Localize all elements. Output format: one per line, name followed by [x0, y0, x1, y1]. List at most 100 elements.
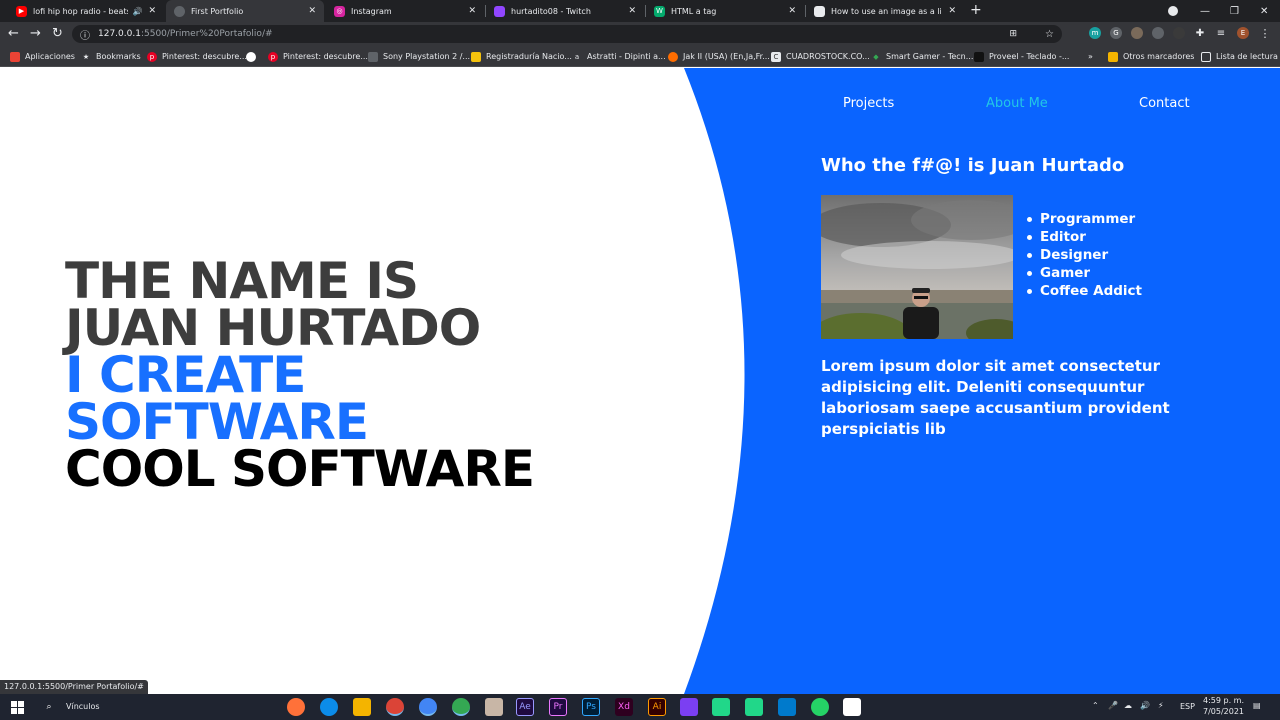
- edge-icon[interactable]: [320, 698, 338, 716]
- intellij-icon[interactable]: [680, 698, 698, 716]
- bookmark-jak[interactable]: Jak II (USA) (En,Ja,Fr...: [668, 46, 770, 67]
- clion-icon[interactable]: [712, 698, 730, 716]
- nav-about-link[interactable]: About Me: [986, 96, 1048, 111]
- bookmark-cuadrostock[interactable]: C CUADROSTOCK.CO...: [771, 46, 870, 67]
- instagram-icon: ◎: [334, 5, 345, 17]
- photoshop-icon[interactable]: Ps: [582, 698, 600, 716]
- pinterest-icon: p: [147, 51, 157, 62]
- minimize-button[interactable]: —: [1200, 0, 1210, 22]
- search-icon[interactable]: ⌕: [40, 698, 58, 716]
- bookmark-label: Smart Gamer - Tecn...: [886, 52, 974, 61]
- whatsapp-icon[interactable]: [811, 698, 829, 716]
- notepad-icon[interactable]: [843, 698, 861, 716]
- bookmark-github[interactable]: [246, 46, 261, 67]
- tab-title: lofi hip hop radio - beats to r: [33, 6, 128, 16]
- file-explorer-icon[interactable]: [353, 698, 371, 716]
- clock-time[interactable]: 4:59 p. m.: [1203, 696, 1244, 705]
- tab-first-portfolio[interactable]: First Portfolio ✕: [166, 0, 324, 22]
- reload-icon[interactable]: ↻: [52, 26, 63, 42]
- skill-item: Editor: [1027, 228, 1142, 246]
- illustrator-icon[interactable]: Ai: [648, 698, 666, 716]
- bookmark-proveel[interactable]: Proveel - Teclado -...: [974, 46, 1069, 67]
- nav-projects-link[interactable]: Projects: [843, 96, 894, 111]
- media-control-icon[interactable]: ≡: [1215, 27, 1227, 39]
- volume-icon[interactable]: 🔊: [1140, 701, 1150, 710]
- chrome-alt-icon[interactable]: [452, 698, 470, 716]
- clock-date[interactable]: 7/05/2021: [1203, 707, 1244, 716]
- close-icon[interactable]: ✕: [628, 6, 636, 16]
- forward-arrow-icon[interactable]: →: [30, 26, 41, 42]
- bookmark-pinterest-2[interactable]: p Pinterest: descubre...: [268, 46, 368, 67]
- extension-m-icon[interactable]: m: [1089, 27, 1101, 39]
- chrome-profile-icon[interactable]: [419, 698, 437, 716]
- paint-icon[interactable]: [485, 698, 503, 716]
- profile-photo: [821, 195, 1013, 339]
- bookmark-smartgamer[interactable]: ◆ Smart Gamer - Tecn...: [871, 46, 973, 67]
- tab-image-link[interactable]: How to use an image as a link in ✕: [806, 0, 964, 22]
- close-icon[interactable]: ✕: [148, 6, 156, 16]
- xd-icon[interactable]: Xd: [615, 698, 633, 716]
- restore-button[interactable]: ❐: [1230, 0, 1239, 22]
- bookmark-astratti[interactable]: a Astratti - Dipinti a...: [572, 46, 666, 67]
- address-bar[interactable]: ⓘ 127.0.0.1:5500/Primer%20Portafolio/# ⊞…: [72, 25, 1062, 43]
- extension-g-icon[interactable]: G: [1110, 27, 1122, 39]
- back-arrow-icon[interactable]: ←: [8, 26, 19, 42]
- jak-icon: [668, 51, 678, 62]
- tab-lofi[interactable]: ▶ lofi hip hop radio - beats to r 🔊 ✕: [8, 0, 164, 22]
- bookmark-bookmarks[interactable]: ★ Bookmarks: [81, 46, 141, 67]
- tray-chevron-up-icon[interactable]: ⌃: [1092, 701, 1099, 710]
- speaker-icon[interactable]: 🔊: [132, 7, 142, 16]
- puzzle-extensions-icon[interactable]: ✚: [1194, 27, 1206, 39]
- skill-item: Gamer: [1027, 264, 1142, 282]
- registraduria-icon: [471, 51, 481, 62]
- bookmark-pinterest-1[interactable]: p Pinterest: descubre...: [147, 46, 247, 67]
- extension-dark-icon[interactable]: [1173, 27, 1185, 39]
- close-icon[interactable]: ✕: [788, 6, 796, 16]
- network-icon[interactable]: ⚡: [1158, 701, 1164, 710]
- youtube-icon: ▶: [16, 5, 27, 17]
- notification-icon[interactable]: ▤: [1253, 701, 1261, 710]
- tab-html-a-tag[interactable]: W HTML a tag ✕: [646, 0, 804, 22]
- reading-list-button[interactable]: Lista de lectura: [1201, 46, 1278, 67]
- close-icon[interactable]: ✕: [948, 6, 956, 16]
- chrome-icon[interactable]: [386, 698, 404, 716]
- other-bookmarks-folder[interactable]: Otros marcadores: [1108, 46, 1194, 67]
- about-description: Lorem ipsum dolor sit amet consectetur a…: [821, 357, 1170, 438]
- folder-label: Otros marcadores: [1123, 52, 1195, 61]
- firefox-icon[interactable]: [287, 698, 305, 716]
- close-icon[interactable]: ✕: [468, 6, 476, 16]
- close-icon[interactable]: ✕: [308, 6, 316, 16]
- microphone-icon[interactable]: 🎤: [1108, 701, 1118, 710]
- skills-list: Programmer Editor Designer Gamer Coffee …: [1027, 210, 1142, 300]
- new-tab-button[interactable]: +: [970, 2, 982, 18]
- chevron-down-icon: [1168, 6, 1178, 16]
- pycharm-icon[interactable]: [745, 698, 763, 716]
- bookmark-star-icon[interactable]: ☆: [1045, 29, 1054, 40]
- bookmarks-overflow-button[interactable]: »: [1088, 46, 1093, 67]
- after-effects-icon[interactable]: Ae: [516, 698, 534, 716]
- language-indicator[interactable]: ESP: [1180, 702, 1195, 711]
- translate-icon[interactable]: ⊞: [1009, 29, 1017, 39]
- premiere-icon[interactable]: Pr: [549, 698, 567, 716]
- bookmark-ps2[interactable]: Sony Playstation 2 /...: [368, 46, 470, 67]
- extension-cat-icon[interactable]: [1152, 27, 1164, 39]
- taskbar-search-label[interactable]: Vínculos: [66, 702, 100, 711]
- onedrive-icon[interactable]: ☁: [1124, 701, 1132, 710]
- tab-search-button[interactable]: [1168, 0, 1178, 22]
- globe-icon: [174, 5, 185, 17]
- extension-cookie-icon[interactable]: [1131, 27, 1143, 39]
- nav-contact-link[interactable]: Contact: [1139, 96, 1190, 111]
- info-icon[interactable]: ⓘ: [80, 27, 90, 42]
- browser-toolbar: ← → ↻ ⓘ 127.0.0.1:5500/Primer%20Portafol…: [0, 22, 1280, 46]
- tab-title: Instagram: [351, 6, 392, 16]
- close-window-button[interactable]: ✕: [1260, 0, 1268, 22]
- bookmark-registraduria[interactable]: Registraduría Nacio...: [471, 46, 572, 67]
- menu-dots-icon[interactable]: ⋮: [1259, 27, 1271, 40]
- vscode-icon[interactable]: [778, 698, 796, 716]
- tab-instagram[interactable]: ◎ Instagram ✕: [326, 0, 484, 22]
- bookmark-apps[interactable]: Aplicaciones: [10, 46, 75, 67]
- windows-start-icon[interactable]: [8, 698, 26, 716]
- tab-twitch[interactable]: hurtadito08 - Twitch ✕: [486, 0, 644, 22]
- reading-list-label: Lista de lectura: [1216, 52, 1278, 61]
- profile-avatar-icon[interactable]: E: [1237, 27, 1249, 39]
